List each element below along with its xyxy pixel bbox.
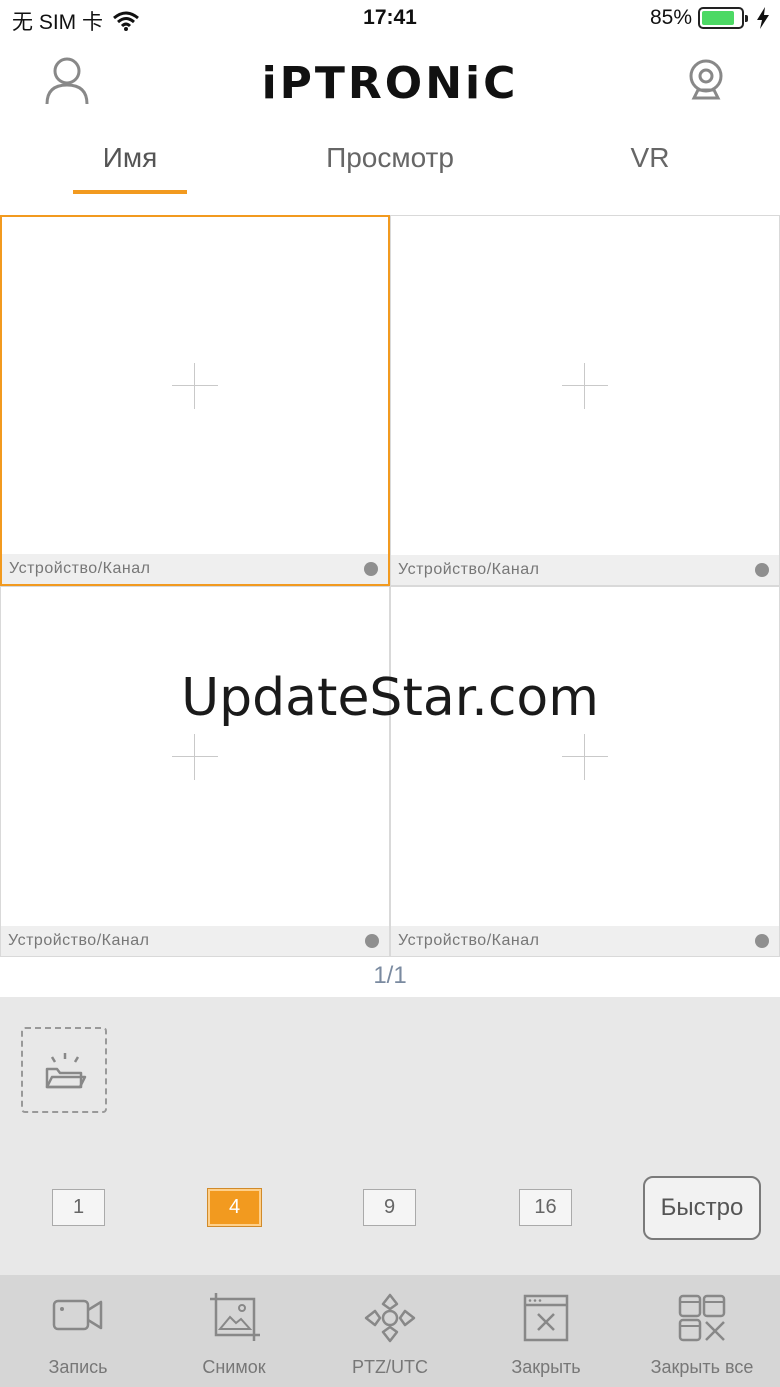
cell-footer: Устройство/Канал: [391, 555, 779, 585]
split-4-button[interactable]: 4: [207, 1188, 262, 1227]
split-9-button[interactable]: 9: [363, 1189, 416, 1226]
cell-label: Устройство/Канал: [398, 561, 540, 578]
view-tabs: Имя Просмотр VR: [0, 130, 780, 196]
close-label: Закрыть: [511, 1357, 581, 1377]
ptz-button[interactable]: PTZ/UTC: [312, 1275, 468, 1387]
device-button[interactable]: [684, 56, 728, 106]
cell-label: Устройство/Канал: [8, 932, 150, 949]
bottom-toolbar: Запись Снимок PTZ/UTC Закрыть Закрыть вс…: [0, 1275, 780, 1387]
charging-icon: [757, 7, 769, 29]
cell-label: Устройство/Канал: [398, 932, 540, 949]
status-dot-icon: [365, 934, 379, 948]
ptz-label: PTZ/UTC: [352, 1357, 428, 1377]
cell-footer: Устройство/Канал: [391, 926, 779, 956]
video-cell-3[interactable]: Устройство/Канал: [0, 586, 390, 957]
status-dot-icon: [364, 562, 378, 576]
battery-level: [702, 11, 735, 25]
battery-percent: 85%: [649, 6, 692, 29]
close-button[interactable]: Закрыть: [468, 1275, 624, 1387]
status-bar: 无 SIM 卡 17:41 85%: [0, 0, 780, 40]
cell-footer: Устройство/Канал: [1, 926, 389, 956]
add-channel-icon[interactable]: [562, 733, 608, 780]
cell-footer: Устройство/Канал: [2, 554, 388, 584]
add-channel-icon[interactable]: [172, 362, 218, 409]
video-grid: Устройство/Канал Устройство/Канал Устрой…: [0, 215, 780, 958]
split-1-button[interactable]: 1: [52, 1189, 105, 1226]
tab-vr[interactable]: VR: [520, 130, 780, 196]
close-all-icon: [678, 1294, 726, 1342]
close-window-icon: [523, 1294, 569, 1342]
snapshot-button[interactable]: Снимок: [156, 1275, 312, 1387]
open-folder-button[interactable]: [21, 1027, 107, 1113]
status-right: 85%: [650, 6, 770, 30]
quick-button[interactable]: Быстро: [643, 1176, 761, 1240]
page-indicator: 1/1: [373, 962, 407, 989]
video-camera-icon: [52, 1299, 103, 1331]
brand-logo: iPTRONiC: [261, 58, 519, 109]
status-dot-icon: [755, 934, 769, 948]
video-cell-4[interactable]: Устройство/Канал: [390, 586, 780, 957]
snapshot-label: Снимок: [202, 1357, 266, 1377]
close-all-label: Закрыть все: [650, 1357, 754, 1377]
cell-label: Устройство/Канал: [9, 560, 151, 577]
add-channel-icon[interactable]: [172, 733, 218, 780]
video-cell-1[interactable]: Устройство/Канал: [0, 215, 390, 586]
add-channel-icon[interactable]: [562, 362, 608, 409]
video-cell-2[interactable]: Устройство/Канал: [390, 215, 780, 586]
webcam-icon: [689, 59, 723, 100]
tab-preview[interactable]: Просмотр: [260, 130, 520, 196]
tab-name[interactable]: Имя: [0, 130, 260, 196]
ptz-icon: [364, 1293, 416, 1343]
close-all-button[interactable]: Закрыть все: [624, 1275, 780, 1387]
control-panel: 1 4 9 16 Быстро: [0, 997, 780, 1275]
snapshot-icon: [210, 1293, 260, 1341]
status-dot-icon: [755, 563, 769, 577]
battery-icon: [698, 7, 748, 29]
record-button[interactable]: Запись: [0, 1275, 156, 1387]
folder-icon: [45, 1053, 87, 1089]
record-label: Запись: [48, 1357, 108, 1377]
split-16-button[interactable]: 16: [519, 1189, 572, 1226]
app-header: iPTRONiC: [0, 48, 780, 112]
